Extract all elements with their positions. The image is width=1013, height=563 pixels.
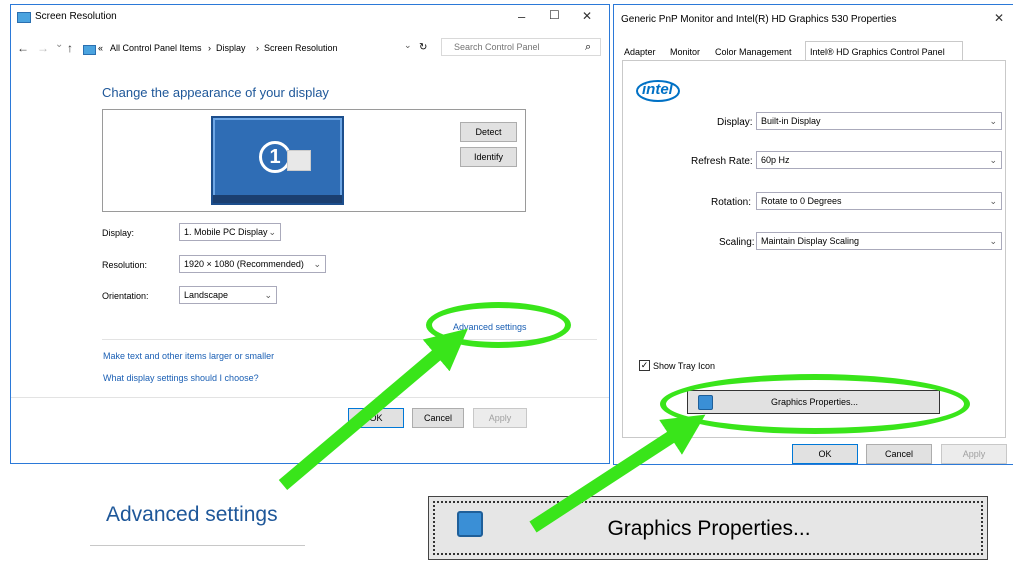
arrow-to-advanced-settings (278, 328, 468, 490)
arrow-to-graphics-properties (529, 414, 706, 533)
arrow-graphic (278, 328, 706, 533)
